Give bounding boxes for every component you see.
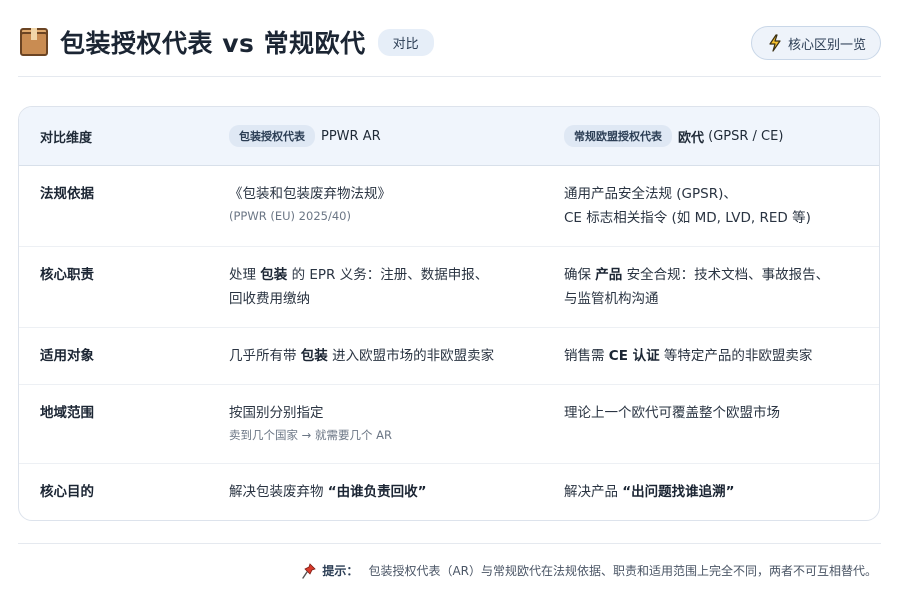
table-row: 法规依据 《包装和包装废弃物法规》 (PPWR (EU) 2025/40) 通用… xyxy=(19,166,879,247)
eu-rep-name-suffix: (GPSR / CE) xyxy=(704,128,784,144)
header-eu-rep: 常规欧盟授权代表 欧代 (GPSR / CE) xyxy=(564,125,879,147)
package-box-icon xyxy=(18,26,50,58)
lightning-bolt-icon xyxy=(769,34,781,52)
cell-text: 处理 包装 的 EPR 义务：注册、数据申报、 xyxy=(229,267,489,283)
cell-text: 通用产品安全法规 (GPSR)、 xyxy=(564,186,737,202)
cell-text: 《包装和包装废弃物法规》 xyxy=(229,186,391,202)
table-row: 地域范围 按国别分别指定 卖到几个国家 → 就需要几个 AR 理论上一个欧代可覆… xyxy=(19,385,879,464)
cell-text: 与监管机构沟通 xyxy=(564,291,659,307)
key-differences-label: 核心区别一览 xyxy=(787,37,866,53)
comparison-table: 对比维度 包装授权代表 PPWR AR 常规欧盟授权代表 欧代 (GPSR / … xyxy=(18,106,880,521)
row-cell-eu: 解决产品 “出问题找谁追溯” xyxy=(564,480,879,520)
cell-text: 销售需 CE 认证 等特定产品的非欧盟卖家 xyxy=(564,348,813,364)
cell-subtext: (PPWR (EU) 2025/40) xyxy=(229,209,351,223)
cell-text: 几乎所有带 包装 进入欧盟市场的非欧盟卖家 xyxy=(229,348,495,364)
cell-text: 按国别分别指定 xyxy=(229,405,324,421)
cell-text: 确保 产品 安全合规：技术文档、事故报告、 xyxy=(564,267,830,283)
eu-rep-pill: 常规欧盟授权代表 xyxy=(564,125,672,147)
row-cell-eu: 销售需 CE 认证 等特定产品的非欧盟卖家 xyxy=(564,344,879,384)
row-cell-eu: 确保 产品 安全合规：技术文档、事故报告、 与监管机构沟通 xyxy=(564,263,879,327)
cell-text: CE 标志相关指令 (如 MD, LVD, RED 等) xyxy=(564,210,811,226)
row-cell-eu: 理论上一个欧代可覆盖整个欧盟市场 xyxy=(564,401,879,463)
cell-text: 解决包装废弃物 “由谁负责回收” xyxy=(229,484,427,500)
cell-text: 理论上一个欧代可覆盖整个欧盟市场 xyxy=(564,405,780,421)
row-label: 核心职责 xyxy=(40,267,94,283)
row-label: 核心目的 xyxy=(40,484,94,500)
header-ppwr-ar: 包装授权代表 PPWR AR xyxy=(229,125,564,147)
row-label: 法规依据 xyxy=(40,186,94,202)
key-differences-button[interactable]: 核心区别一览 xyxy=(750,26,881,60)
cell-text: 回收费用缴纳 xyxy=(229,291,310,307)
tip-label: 提示： xyxy=(322,564,359,578)
table-row: 适用对象 几乎所有带 包装 进入欧盟市场的非欧盟卖家 销售需 CE 认证 等特定… xyxy=(19,328,879,385)
row-cell-eu: 通用产品安全法规 (GPSR)、 CE 标志相关指令 (如 MD, LVD, R… xyxy=(564,182,879,246)
tip-note: 提示： 包装授权代表（AR）与常规欧代在法规依据、职责和适用范围上完全不同，两者… xyxy=(302,562,877,579)
tip-text: 包装授权代表（AR）与常规欧代在法规依据、职责和适用范围上完全不同，两者不可互相… xyxy=(368,564,877,578)
eu-rep-name: 欧代 xyxy=(678,130,705,146)
ppwr-ar-pill: 包装授权代表 xyxy=(229,125,315,147)
footer-divider xyxy=(18,543,881,544)
row-cell-ppwr: 解决包装废弃物 “由谁负责回收” xyxy=(229,480,564,520)
row-cell-ppwr: 处理 包装 的 EPR 义务：注册、数据申报、 回收费用缴纳 xyxy=(229,263,564,327)
row-label: 适用对象 xyxy=(40,348,94,364)
row-cell-ppwr: 按国别分别指定 卖到几个国家 → 就需要几个 AR xyxy=(229,401,564,463)
table-row: 核心目的 解决包装废弃物 “由谁负责回收” 解决产品 “出问题找谁追溯” xyxy=(19,464,879,520)
page-header: 包装授权代表 vs 常规欧代 对比 核心区别一览 xyxy=(18,22,881,62)
row-cell-ppwr: 几乎所有带 包装 进入欧盟市场的非欧盟卖家 xyxy=(229,344,564,384)
cell-subtext: 卖到几个国家 → 就需要几个 AR xyxy=(229,428,392,442)
page-title: 包装授权代表 vs 常规欧代 xyxy=(60,29,366,58)
row-cell-ppwr: 《包装和包装废弃物法规》 (PPWR (EU) 2025/40) xyxy=(229,182,564,246)
row-label: 地域范围 xyxy=(40,405,94,421)
pushpin-icon xyxy=(302,562,317,579)
ppwr-ar-name: PPWR AR xyxy=(321,128,381,144)
header-divider xyxy=(18,76,881,77)
table-row: 核心职责 处理 包装 的 EPR 义务：注册、数据申报、 回收费用缴纳 确保 产… xyxy=(19,247,879,328)
table-header: 对比维度 包装授权代表 PPWR AR 常规欧盟授权代表 欧代 (GPSR / … xyxy=(19,107,879,166)
header-dimension: 对比维度 xyxy=(40,130,93,146)
compare-badge: 对比 xyxy=(377,28,434,56)
cell-text: 解决产品 “出问题找谁追溯” xyxy=(564,484,735,500)
